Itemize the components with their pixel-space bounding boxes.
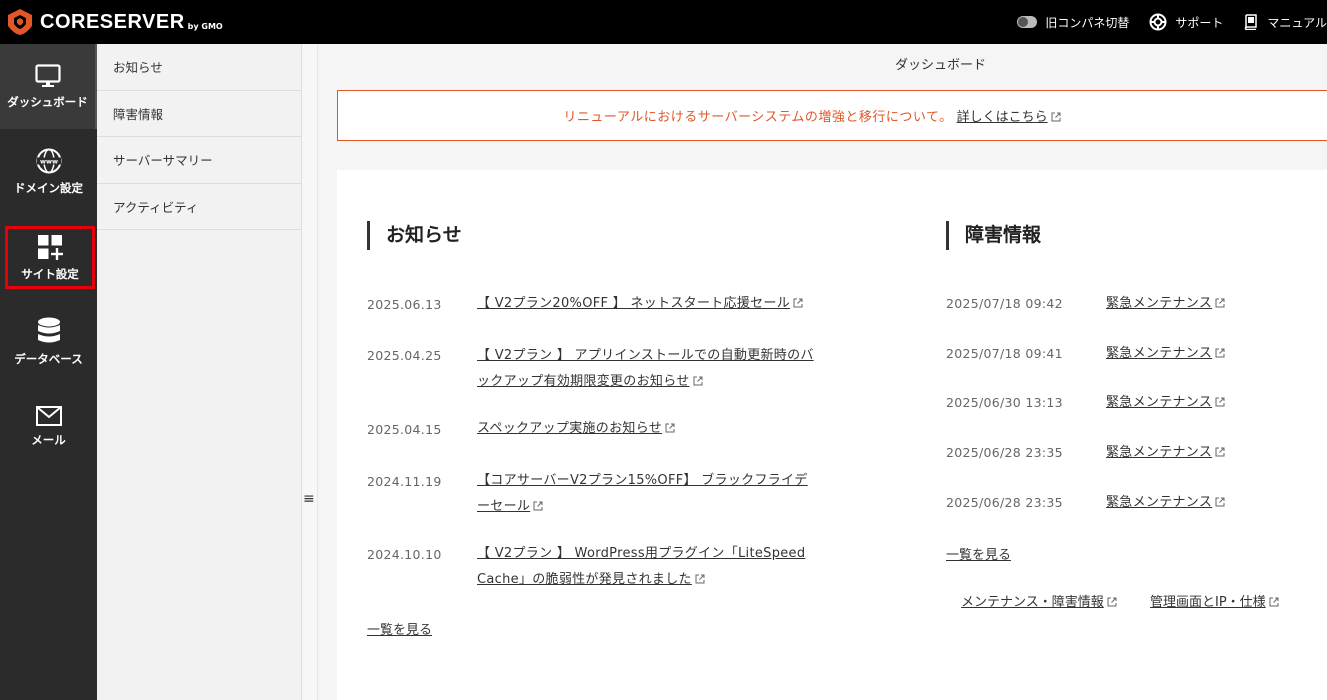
incident-link[interactable]: 緊急メンテナンス	[1106, 490, 1225, 516]
sidebar-item-dashboard[interactable]: ダッシュボード	[0, 44, 97, 129]
news-date: 2025.04.25	[367, 348, 442, 363]
sidebar-item-mail[interactable]: メール	[0, 384, 97, 469]
sidebar-item-database[interactable]: データベース	[0, 299, 97, 384]
external-link-icon	[1215, 298, 1225, 308]
sub-sidebar: お知らせ 障害情報 サーバーサマリー アクティビティ	[97, 44, 302, 700]
external-link-icon	[695, 574, 705, 584]
database-icon	[37, 317, 60, 342]
external-link-icon	[1051, 112, 1061, 122]
sidebar-item-domain[interactable]: www ドメイン設定	[0, 129, 97, 214]
external-link-icon	[1215, 348, 1225, 358]
admin-ip-spec-link[interactable]: 管理画面とIP・仕様	[1150, 591, 1279, 610]
envelope-icon	[35, 405, 62, 426]
logo-mark-icon	[8, 9, 32, 35]
sidebar-item-label: ドメイン設定	[14, 180, 83, 195]
news-date: 2025.04.15	[367, 422, 442, 437]
support-label: サポート	[1175, 15, 1224, 30]
support-link[interactable]: サポート	[1149, 13, 1223, 31]
toggle-icon[interactable]	[1017, 16, 1038, 28]
external-link-icon	[1107, 597, 1117, 607]
external-link-icon	[693, 376, 703, 386]
top-bar: CORESERVER by GMO 旧コンパネ切替 サポート マニュアル	[0, 0, 1327, 44]
incident-date: 2025/06/28 23:35	[946, 445, 1063, 460]
www-globe-icon: www	[36, 148, 61, 173]
lifebuoy-icon	[1149, 13, 1167, 31]
logo-sub: by GMO	[187, 21, 223, 31]
news-link[interactable]: スペックアップ実施のお知らせ	[477, 416, 675, 442]
incident-date: 2025/07/18 09:42	[946, 296, 1063, 311]
subnav-item-server-summary[interactable]: サーバーサマリー	[97, 137, 301, 184]
grid-plus-icon	[38, 234, 63, 260]
monitor-icon	[34, 63, 61, 87]
external-link-icon	[533, 501, 543, 511]
external-link-icon	[1215, 397, 1225, 407]
announcement-text: リニューアルにおけるサーバーシステムの増強と移行について。	[563, 110, 953, 125]
news-link[interactable]: 【コアサーバーV2プラン15%OFF】 ブラックフライデ ーセール	[477, 468, 867, 520]
announcement-details-link[interactable]: 詳しくはこちら	[957, 106, 1061, 125]
news-heading: お知らせ	[367, 221, 462, 250]
news-link[interactable]: 【 V2プラン20%OFF 】 ネットスタート応援セール	[477, 291, 803, 317]
sidebar-item-label: ダッシュボード	[7, 94, 88, 109]
incident-link[interactable]: 緊急メンテナンス	[1106, 390, 1225, 416]
sidebar-item-label: データベース	[14, 351, 83, 366]
manual-label: マニュアル	[1267, 15, 1327, 30]
news-date: 2024.10.10	[367, 547, 442, 562]
external-link-icon	[793, 298, 803, 308]
external-link-icon	[1269, 597, 1279, 607]
manual-link[interactable]: マニュアル	[1243, 14, 1327, 31]
incidents-view-all-link[interactable]: 一覧を見る	[946, 544, 1011, 563]
coreserver-logo[interactable]: CORESERVER by GMO	[6, 8, 223, 36]
incident-date: 2025/07/18 09:41	[946, 346, 1063, 361]
sidebar-item-label: メール	[31, 432, 66, 447]
news-view-all-link[interactable]: 一覧を見る	[367, 619, 432, 638]
subnav-item-incidents[interactable]: 障害情報	[97, 91, 301, 137]
subnav-item-news[interactable]: お知らせ	[97, 44, 301, 91]
page-title: ダッシュボード	[895, 58, 987, 73]
external-link-icon	[1215, 497, 1225, 507]
svg-text:www: www	[39, 157, 57, 165]
book-icon	[1245, 14, 1258, 30]
incident-link[interactable]: 緊急メンテナンス	[1106, 341, 1225, 367]
incident-link[interactable]: 緊急メンテナンス	[1106, 440, 1225, 466]
incident-link[interactable]: 緊急メンテナンス	[1106, 291, 1225, 317]
news-link[interactable]: 【 V2プラン 】 WordPress用プラグイン「LiteSpeed Cache…	[477, 541, 867, 593]
external-link-icon	[665, 423, 675, 433]
sidebar-item-label: サイト設定	[21, 266, 79, 281]
legacy-toggle-label: 旧コンパネ切替	[1045, 15, 1130, 30]
logo-text: CORESERVER	[40, 10, 185, 33]
content-card: お知らせ 2025.06.13 【 V2プラン20%OFF 】 ネットスタート応…	[337, 170, 1327, 700]
sidebar-item-site-settings[interactable]: サイト設定	[5, 226, 95, 289]
legacy-panel-toggle[interactable]: 旧コンパネ切替	[1017, 14, 1129, 31]
external-link-icon	[1215, 447, 1225, 457]
incident-date: 2025/06/28 23:35	[946, 495, 1063, 510]
hamburger-icon[interactable]: ≡	[303, 491, 315, 507]
maintenance-info-link[interactable]: メンテナンス・障害情報	[961, 591, 1117, 610]
news-date: 2025.06.13	[367, 297, 442, 312]
news-link[interactable]: 【 V2プラン 】 アプリインストールでの自動更新時のバ ックアップ有効期限変更の…	[477, 343, 867, 395]
subnav-item-activity[interactable]: アクティビティ	[97, 184, 301, 230]
incident-date: 2025/06/30 13:13	[946, 395, 1063, 410]
collapse-handle	[302, 44, 318, 700]
top-nav: 旧コンパネ切替 サポート マニュアル	[1017, 0, 1327, 44]
main-sidebar: ダッシュボード www ドメイン設定 サイト設定 データベース メール	[0, 44, 97, 700]
news-date: 2024.11.19	[367, 474, 442, 489]
incidents-heading: 障害情報	[946, 221, 1041, 250]
announcement-banner: リニューアルにおけるサーバーシステムの増強と移行について。 詳しくはこちら	[337, 90, 1327, 141]
